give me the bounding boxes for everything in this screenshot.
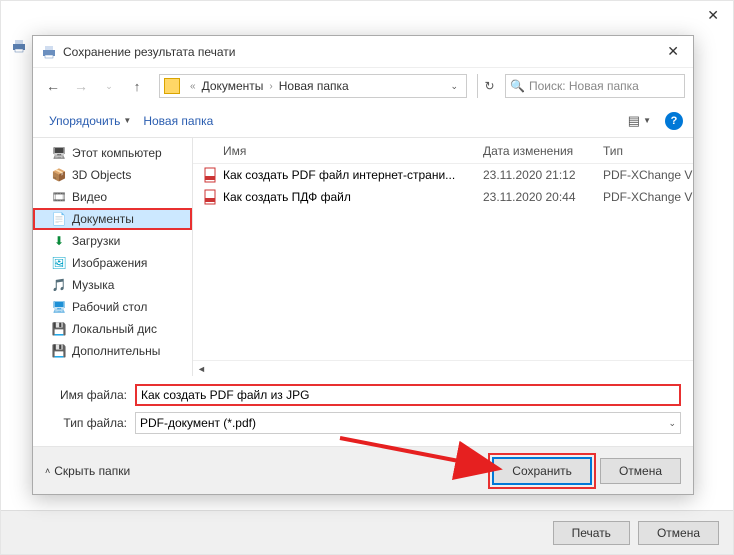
search-placeholder: Поиск: Новая папка [529, 79, 639, 93]
chevron-down-icon: ⌄ [668, 418, 676, 429]
file-row[interactable]: Как создать PDF файл интернет-страни... … [193, 164, 693, 186]
file-date: 23.11.2020 20:44 [483, 190, 603, 204]
tree-downloads[interactable]: ⬇Загрузки [33, 230, 192, 252]
file-list-pane: Имя Дата изменения Тип Как создать PDF ф… [193, 138, 693, 376]
image-icon: 🖼 [51, 255, 67, 271]
view-mode-button[interactable]: ▤▼ [624, 113, 655, 129]
nav-tree: 🖥Этот компьютер 📦3D Objects 🎞Видео 📄Доку… [33, 138, 193, 376]
tree-this-pc[interactable]: 🖥Этот компьютер [33, 142, 192, 164]
filename-input[interactable] [135, 384, 681, 406]
address-bar[interactable]: « Документы › Новая папка ⌄ [159, 74, 467, 98]
chevron-down-icon: ▼ [643, 116, 651, 125]
tree-3d-objects[interactable]: 📦3D Objects [33, 164, 192, 186]
folder-icon [164, 78, 180, 94]
printer-icon [11, 39, 27, 53]
music-icon: 🎵 [51, 277, 67, 293]
organize-button[interactable]: Упорядочить▼ [43, 114, 137, 128]
video-icon: 🎞 [51, 189, 67, 205]
file-type: PDF-XChange V [603, 190, 693, 204]
filetype-value: PDF-документ (*.pdf) [140, 416, 256, 430]
file-list[interactable]: Как создать PDF файл интернет-страни... … [193, 164, 693, 360]
dialog-title: Сохранение результата печати [63, 45, 661, 59]
file-list-header: Имя Дата изменения Тип [193, 138, 693, 164]
parent-close-icon[interactable]: ✕ [707, 7, 719, 24]
tree-images[interactable]: 🖼Изображения [33, 252, 192, 274]
disk-icon: 💾 [51, 321, 67, 337]
back-button[interactable]: ← [41, 74, 65, 98]
save-result-icon [41, 44, 57, 60]
search-input[interactable]: 🔍 Поиск: Новая папка [505, 74, 685, 98]
pdf-file-icon [203, 189, 219, 205]
chevron-up-icon: ˄ [45, 466, 50, 476]
breadcrumb-seg-2[interactable]: Новая папка [277, 79, 351, 93]
view-icon: ▤ [628, 113, 640, 129]
parent-footer: Печать Отмена [1, 510, 733, 554]
new-folder-button[interactable]: Новая папка [137, 114, 219, 128]
chevron-left-icon: « [186, 81, 200, 92]
save-button[interactable]: Сохранить [492, 457, 592, 485]
close-icon[interactable]: ✕ [661, 43, 685, 60]
breadcrumb-seg-1[interactable]: Документы [200, 79, 266, 93]
dialog-titlebar: Сохранение результата печати ✕ [33, 36, 693, 68]
col-type[interactable]: Тип [603, 144, 693, 158]
scroll-left-icon[interactable]: ◄ [193, 364, 210, 374]
filetype-label: Тип файла: [45, 416, 135, 430]
nav-bar: ← → ⌄ ↑ « Документы › Новая папка ⌄ ↻ 🔍 … [33, 68, 693, 104]
file-row[interactable]: Как создать ПДФ файл 23.11.2020 20:44 PD… [193, 186, 693, 208]
horizontal-scrollbar[interactable]: ◄ [193, 360, 693, 376]
address-dropdown-icon[interactable]: ⌄ [446, 81, 462, 92]
tree-documents[interactable]: 📄Документы [33, 208, 192, 230]
tree-video[interactable]: 🎞Видео [33, 186, 192, 208]
form-area: Имя файла: Тип файла: PDF-документ (*.pd… [33, 376, 693, 440]
tree-music[interactable]: 🎵Музыка [33, 274, 192, 296]
file-name: Как создать ПДФ файл [223, 190, 483, 204]
hide-folders-button[interactable]: ˄Скрыть папки [45, 464, 130, 478]
recent-dropdown-icon[interactable]: ⌄ [97, 74, 121, 98]
download-icon: ⬇ [51, 233, 67, 249]
parent-print-button[interactable]: Печать [553, 521, 630, 545]
up-button[interactable]: ↑ [125, 74, 149, 98]
cube-icon: 📦 [51, 167, 67, 183]
col-date[interactable]: Дата изменения [483, 144, 603, 158]
toolbar: Упорядочить▼ Новая папка ▤▼ ? [33, 104, 693, 138]
tree-desktop[interactable]: 🖥Рабочий стол [33, 296, 192, 318]
dialog-body: 🖥Этот компьютер 📦3D Objects 🎞Видео 📄Доку… [33, 138, 693, 376]
help-button[interactable]: ? [665, 112, 683, 130]
disk-icon: 💾 [51, 343, 67, 359]
col-name[interactable]: Имя [223, 144, 483, 158]
cancel-button[interactable]: Отмена [600, 458, 681, 484]
desktop-icon: 🖥 [51, 299, 67, 315]
file-name: Как создать PDF файл интернет-страни... [223, 168, 483, 182]
tree-local-disk[interactable]: 💾Локальный дис [33, 318, 192, 340]
file-date: 23.11.2020 21:12 [483, 168, 603, 182]
pc-icon: 🖥 [51, 145, 67, 161]
chevron-down-icon: ▼ [123, 116, 131, 125]
tree-extra-disk[interactable]: 💾Дополнительны [33, 340, 192, 362]
chevron-right-icon: › [265, 81, 276, 92]
pdf-file-icon [203, 167, 219, 183]
file-type: PDF-XChange V [603, 168, 693, 182]
save-dialog: Сохранение результата печати ✕ ← → ⌄ ↑ «… [32, 35, 694, 495]
document-icon: 📄 [51, 211, 67, 227]
search-icon: 🔍 [510, 79, 525, 93]
forward-button[interactable]: → [69, 74, 93, 98]
filetype-select[interactable]: PDF-документ (*.pdf) ⌄ [135, 412, 681, 434]
parent-cancel-button[interactable]: Отмена [638, 521, 719, 545]
dialog-footer: ˄Скрыть папки Сохранить Отмена [33, 446, 693, 494]
refresh-button[interactable]: ↻ [477, 74, 501, 98]
filename-label: Имя файла: [45, 388, 135, 402]
